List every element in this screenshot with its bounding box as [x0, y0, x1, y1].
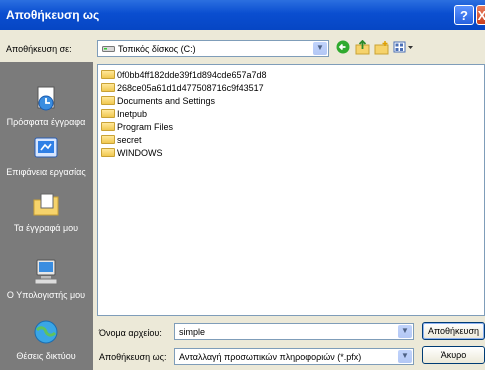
- place-label: Πρόσφατα έγγραφα: [6, 117, 86, 127]
- list-item[interactable]: secret: [101, 135, 142, 147]
- chevron-down-icon[interactable]: ▼: [398, 350, 412, 363]
- folder-icon: [101, 70, 115, 79]
- place-recent-documents[interactable]: Πρόσφατα έγγραφα: [2, 84, 90, 127]
- filename-value: simple: [179, 327, 206, 337]
- my-documents-icon: [31, 190, 61, 220]
- folder-icon: [101, 148, 115, 157]
- folder-name: 0f0bb4ff182dde39f1d894cde657a7d8: [117, 70, 267, 80]
- up-folder-icon[interactable]: [354, 39, 370, 56]
- folder-name: WINDOWS: [117, 148, 163, 158]
- filename-input[interactable]: simple ▼: [174, 323, 414, 340]
- save-in-location: Τοπικός δίσκος (C:): [118, 44, 196, 54]
- title-bar[interactable]: Αποθήκευση ως ? X: [0, 0, 485, 30]
- filename-label: Όνομα αρχείου:: [99, 328, 162, 338]
- view-menu-icon[interactable]: [392, 40, 416, 56]
- place-label: Ο Υπολογιστής μου: [6, 290, 86, 300]
- folder-icon: [101, 109, 115, 118]
- place-my-documents[interactable]: Τα έγγραφά μου: [2, 190, 90, 233]
- chevron-down-icon[interactable]: ▼: [398, 325, 412, 338]
- recent-documents-icon: [31, 84, 61, 114]
- savetype-value: Ανταλλαγή προσωπικών πληροφοριών (*.pfx): [179, 352, 362, 362]
- savetype-dropdown[interactable]: Ανταλλαγή προσωπικών πληροφοριών (*.pfx)…: [174, 348, 414, 365]
- folder-name: secret: [117, 135, 142, 145]
- chevron-down-icon[interactable]: ▼: [313, 42, 327, 55]
- cancel-button[interactable]: Άκυρο: [422, 346, 485, 364]
- network-places-icon: [31, 318, 61, 348]
- help-button[interactable]: ?: [454, 5, 474, 25]
- savetype-label: Αποθήκευση ως:: [99, 352, 167, 362]
- new-folder-icon[interactable]: [373, 40, 389, 56]
- folder-name: 268ce05a61d1d477508716c9f43517: [117, 83, 264, 93]
- desktop-icon: [31, 134, 61, 164]
- place-label: Επιφάνεια εργασίας: [6, 167, 86, 177]
- folder-icon: [101, 122, 115, 131]
- place-label: Θέσεις δικτύου: [16, 351, 76, 361]
- place-my-computer[interactable]: Ο Υπολογιστής μου: [2, 257, 90, 300]
- folder-icon: [101, 83, 115, 92]
- folder-name: Inetpub: [117, 109, 148, 119]
- file-list[interactable]: 0f0bb4ff182dde39f1d894cde657a7d8 268ce05…: [97, 64, 485, 316]
- folder-name: Program Files: [117, 122, 174, 132]
- folder-icon: [101, 96, 115, 105]
- back-icon[interactable]: [335, 40, 351, 56]
- window-title: Αποθήκευση ως: [6, 8, 100, 22]
- place-label: Τα έγγραφά μου: [13, 223, 79, 233]
- places-bar: Πρόσφατα έγγραφα Επιφάνεια εργασίας Τα έ…: [0, 62, 93, 370]
- drive-icon: [102, 44, 115, 53]
- list-item[interactable]: WINDOWS: [101, 148, 163, 160]
- list-item[interactable]: 268ce05a61d1d477508716c9f43517: [101, 83, 264, 95]
- save-in-dropdown[interactable]: Τοπικός δίσκος (C:) ▼: [97, 40, 329, 57]
- list-item[interactable]: Program Files: [101, 122, 173, 134]
- list-item[interactable]: Documents and Settings: [101, 96, 215, 108]
- list-item[interactable]: Inetpub: [101, 109, 147, 121]
- folder-name: Documents and Settings: [117, 96, 216, 106]
- save-as-dialog: Αποθήκευση ως ? X Αποθήκευση σε: Τοπικός…: [0, 0, 485, 370]
- save-in-label: Αποθήκευση σε:: [6, 44, 72, 54]
- folder-icon: [101, 135, 115, 144]
- list-item[interactable]: 0f0bb4ff182dde39f1d894cde657a7d8: [101, 70, 266, 82]
- place-network-places[interactable]: Θέσεις δικτύου: [2, 318, 90, 361]
- place-desktop[interactable]: Επιφάνεια εργασίας: [2, 134, 90, 177]
- my-computer-icon: [31, 257, 61, 287]
- save-button[interactable]: Αποθήκευση: [422, 322, 485, 340]
- close-button[interactable]: X: [476, 5, 485, 25]
